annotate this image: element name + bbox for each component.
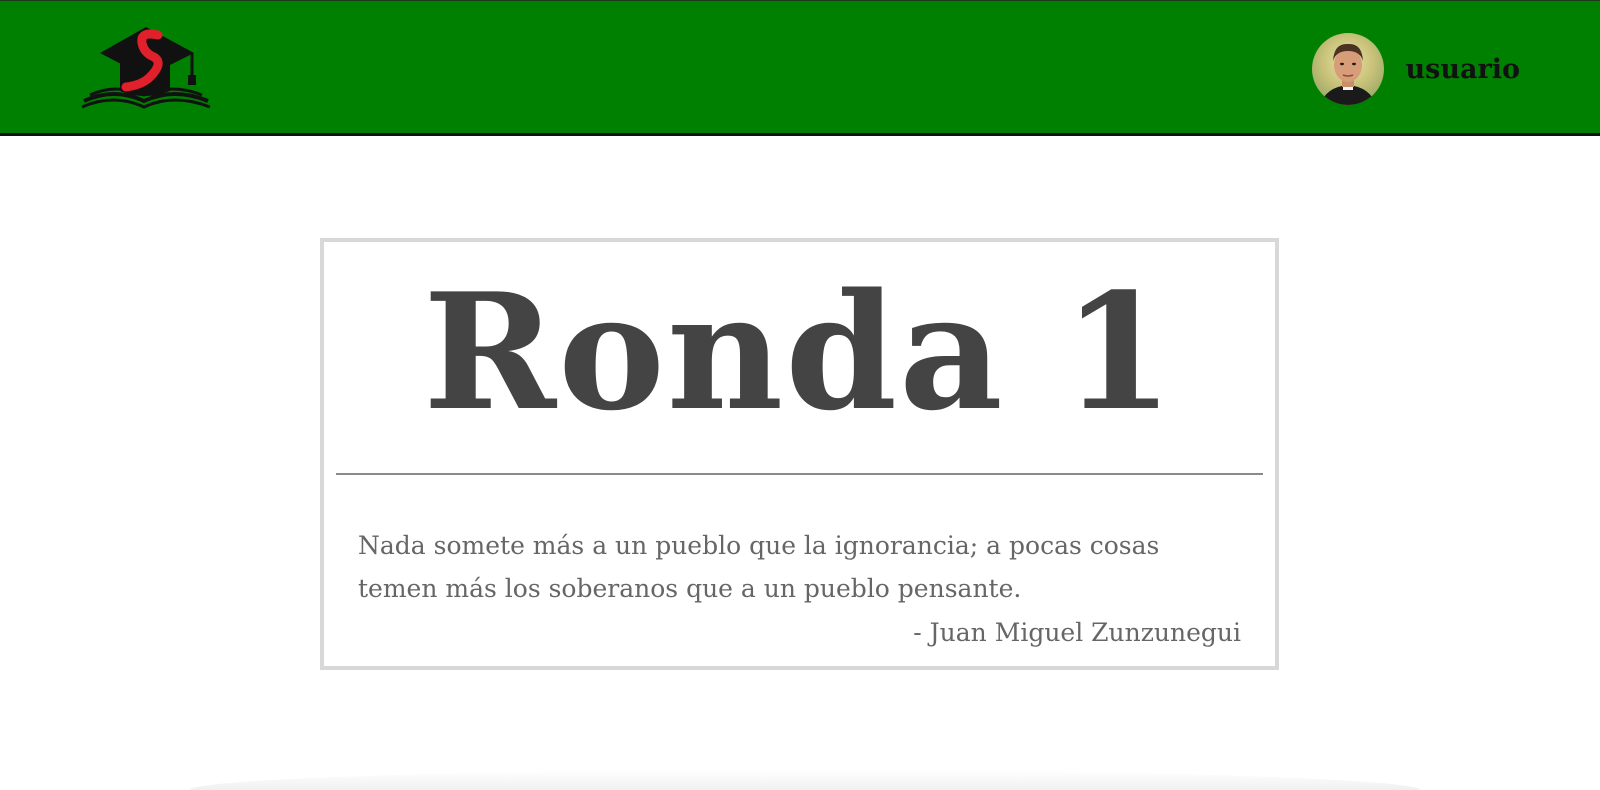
quote-author: - Juan Miguel Zunzunegui xyxy=(913,618,1241,647)
top-navigation-bar: usuario xyxy=(0,0,1600,136)
round-card: Ronda 1 Nada somete más a un pueblo que … xyxy=(320,238,1279,670)
username-label[interactable]: usuario xyxy=(1406,54,1520,85)
logo-icon[interactable] xyxy=(80,21,212,113)
round-title: Ronda 1 xyxy=(423,258,1176,446)
user-menu[interactable]: usuario xyxy=(1311,33,1520,105)
bottom-panel-edge xyxy=(190,770,1420,790)
quote-text: Nada somete más a un pueblo que la ignor… xyxy=(358,531,1160,603)
avatar[interactable] xyxy=(1311,33,1384,105)
divider xyxy=(336,473,1263,475)
